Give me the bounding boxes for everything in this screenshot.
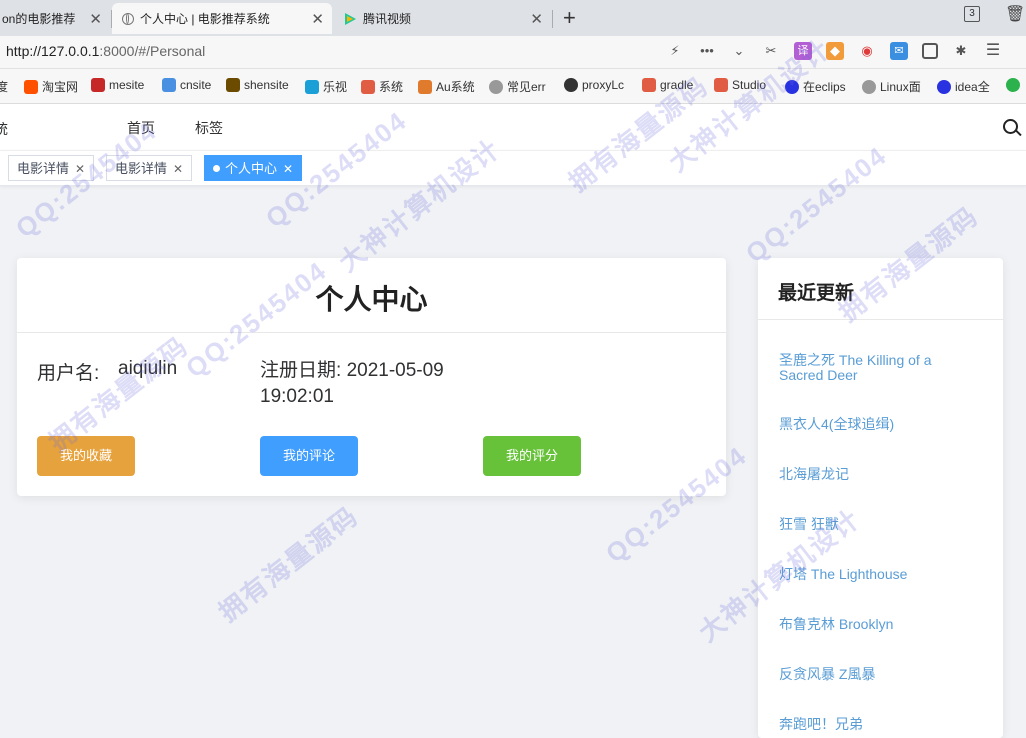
bookmark-item[interactable]: 在eclips — [785, 78, 846, 95]
close-icon[interactable]: ✕ — [89, 10, 102, 28]
bookmark-item[interactable]: mesite — [91, 78, 144, 92]
bookmark-icon — [418, 79, 432, 94]
globe-icon — [122, 12, 134, 25]
address-bar: http://127.0.0.1:8000/#/Personal ⚡ ••• ⌄… — [0, 36, 1026, 69]
tv-icon — [305, 79, 319, 94]
tab-count-badge[interactable]: 3 — [964, 6, 980, 22]
browser-tab-3[interactable]: 腾讯视频 ✕ — [333, 3, 551, 34]
bookmarks-bar: 度 淘宝网 mesite cnsite shensite 乐视 系统 Au系统 … — [0, 69, 1026, 104]
bookmark-item[interactable]: cnsite — [162, 78, 211, 92]
recent-movie-link[interactable]: 灯塔 The Lighthouse — [779, 567, 969, 582]
divider — [758, 319, 1003, 320]
more-icon[interactable]: ••• — [698, 42, 716, 60]
my-comments-button[interactable]: 我的评论 — [260, 436, 358, 476]
paw-icon — [785, 79, 799, 94]
bookmark-item[interactable]: gradle — [642, 78, 693, 92]
page-title: 个人中心 — [315, 284, 428, 315]
divider — [17, 332, 726, 333]
globe-icon — [489, 79, 503, 94]
tab-separator — [552, 10, 553, 28]
recent-movie-link[interactable]: 反贪风暴 Z風暴 — [779, 667, 969, 682]
url-host: http://127.0.0.1 — [6, 43, 100, 59]
browser-tab-title: on的电影推荐 — [2, 12, 76, 26]
browser-tab-title: 个人中心 | 电影推荐系统 — [140, 12, 270, 26]
nav-link-tags[interactable]: 标签 — [195, 118, 223, 138]
bookmark-item[interactable]: Linux面 — [862, 78, 921, 95]
chevron-down-icon[interactable]: ⌄ — [730, 42, 748, 60]
site-logo[interactable]: 统 — [0, 119, 8, 139]
bookmark-icon — [162, 78, 176, 92]
register-date-label: 注册日期: — [260, 360, 342, 381]
weibo-icon[interactable]: ◉ — [858, 42, 876, 60]
my-ratings-button[interactable]: 我的评分 — [483, 436, 581, 476]
close-icon[interactable]: ✕ — [530, 10, 543, 28]
personal-card: 个人中心 用户名: aiqiulin 注册日期: 2021-05-09 19:0… — [17, 258, 726, 496]
my-favorites-button[interactable]: 我的收藏 — [37, 436, 135, 476]
lightning-icon[interactable]: ⚡ — [666, 42, 684, 60]
bookmark-item[interactable]: idea全 — [937, 78, 990, 95]
taobao-icon — [24, 79, 38, 94]
chat-icon — [1006, 78, 1020, 92]
bookmark-icon — [564, 78, 578, 92]
bookmark-icon — [226, 78, 240, 92]
site-navbar: 统 首页 标签 — [0, 104, 1026, 150]
username-label: 用户名: — [37, 363, 100, 384]
menu-icon[interactable]: ☰ — [984, 42, 1002, 60]
close-icon[interactable]: ✕ — [173, 162, 183, 176]
recent-movie-link[interactable]: 圣鹿之死 The Killing of a Sacred Deer — [779, 353, 969, 383]
translate-icon[interactable]: 译 — [794, 42, 812, 60]
bookmark-icon — [714, 78, 728, 92]
globe-icon — [862, 79, 876, 94]
recent-movie-link[interactable]: 狂雪 狂獸 — [779, 517, 969, 532]
browser-tab-2[interactable]: 个人中心 | 电影推荐系统 ✕ — [112, 3, 332, 34]
paw-icon — [937, 79, 951, 94]
bookmark-item[interactable]: Studio — [714, 78, 766, 92]
bookmark-item[interactable] — [1006, 78, 1024, 92]
watermark-text: 拥有海量源码 — [213, 500, 364, 628]
bookmark-item[interactable]: 淘宝网 — [24, 78, 78, 95]
bookmark-icon — [91, 78, 105, 92]
scissors-icon[interactable]: ✂ — [762, 42, 780, 60]
tag-movie-detail[interactable]: 电影详情 ✕ — [8, 155, 95, 181]
recent-movie-link[interactable]: 北海屠龙记 — [779, 467, 969, 482]
bookmark-item[interactable]: 乐视 — [305, 78, 347, 95]
recent-movie-link[interactable]: 布鲁克林 Brooklyn — [779, 617, 969, 632]
tag-movie-detail[interactable]: 电影详情 ✕ — [106, 155, 193, 181]
bookmark-icon — [361, 79, 375, 94]
game-icon[interactable]: ◆ — [826, 42, 844, 60]
recent-updates-title: 最近更新 — [778, 283, 855, 304]
bookmark-item[interactable]: 常见err — [489, 78, 546, 95]
close-icon[interactable]: ✕ — [311, 10, 324, 28]
active-dot-icon — [213, 165, 220, 172]
username-value: aiqiulin — [118, 358, 178, 379]
bookmark-icon — [642, 78, 656, 92]
bookmark-item[interactable]: 系统 — [361, 78, 403, 95]
toolbar-icons: ⚡ ••• ⌄ ✂ 译 ◆ ◉ ✉ ✱ ☰ — [666, 42, 1002, 60]
recent-movie-link[interactable]: 黑衣人4(全球追缉) — [779, 417, 969, 432]
search-icon[interactable] — [1003, 119, 1018, 134]
url-field[interactable]: http://127.0.0.1:8000/#/Personal — [6, 43, 205, 59]
browser-tab-title: 腾讯视频 — [363, 12, 412, 26]
browser-tab-bar: on的电影推荐 ✕ 个人中心 | 电影推荐系统 ✕ 腾讯视频 ✕ + 3 🗑 — [0, 0, 1026, 36]
bookmark-item[interactable]: Au系统 — [418, 78, 475, 95]
new-tab-button[interactable]: + — [563, 5, 576, 31]
close-icon[interactable]: ✕ — [283, 162, 293, 176]
bookmark-item[interactable]: 度 — [0, 78, 8, 95]
nav-link-home[interactable]: 首页 — [127, 118, 155, 138]
close-icon[interactable]: ✕ — [75, 162, 85, 176]
extension-icon[interactable]: ✱ — [952, 42, 970, 60]
tag-personal[interactable]: 个人中心 ✕ — [204, 155, 303, 181]
recent-updates-panel: 最近更新 圣鹿之死 The Killing of a Sacred Deer 黑… — [758, 258, 1003, 738]
mail-icon[interactable]: ✉ — [890, 42, 908, 60]
tencent-video-icon — [345, 12, 356, 25]
register-date: 注册日期: 2021-05-09 19:02:01 — [260, 358, 475, 410]
pocket-icon[interactable] — [922, 43, 938, 59]
bookmark-item[interactable]: proxyLc — [564, 78, 624, 92]
url-path: :8000/#/Personal — [99, 43, 206, 59]
tags-view-bar: 电影详情 ✕ 电影详情 ✕ 个人中心 ✕ — [0, 150, 1026, 186]
browser-tab-1[interactable]: on的电影推荐 ✕ — [0, 3, 110, 34]
bookmark-item[interactable]: shensite — [226, 78, 289, 92]
trash-icon[interactable]: 🗑 — [1005, 4, 1025, 24]
